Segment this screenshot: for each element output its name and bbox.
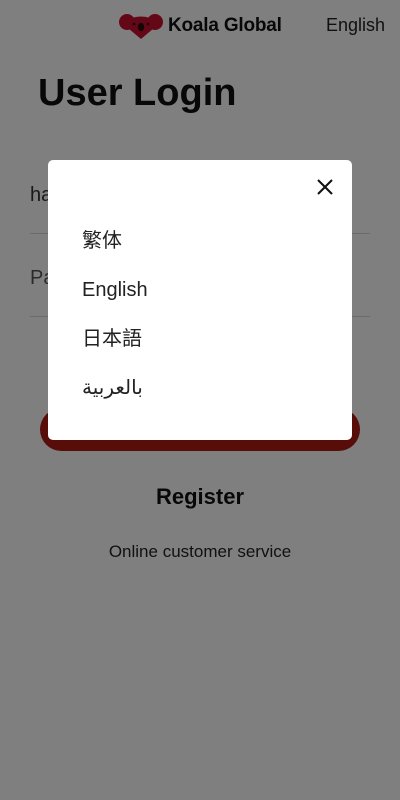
language-option-japanese[interactable]: 日本語 — [82, 322, 148, 371]
login-page: Koala Global English User Login Register… — [0, 0, 400, 800]
language-option-arabic[interactable]: بالعربية — [82, 371, 148, 420]
language-list: 繁体 English 日本語 بالعربية — [82, 224, 148, 420]
language-option-traditional-chinese[interactable]: 繁体 — [82, 224, 148, 273]
language-option-english[interactable]: English — [82, 273, 148, 322]
language-modal: 繁体 English 日本語 بالعربية — [48, 160, 352, 440]
close-icon[interactable] — [314, 176, 336, 198]
